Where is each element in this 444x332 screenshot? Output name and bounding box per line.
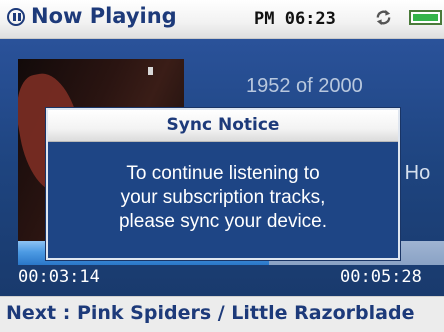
elapsed-time: 00:03:14 xyxy=(18,267,100,287)
sync-notice-dialog[interactable]: Sync Notice To continue listening to you… xyxy=(46,108,400,260)
battery-icon xyxy=(409,10,442,25)
next-track-label: Next : Pink Spiders / Little Razorblade xyxy=(6,302,415,324)
dialog-message-line: please sync your device. xyxy=(118,211,328,232)
dialog-header: Sync Notice xyxy=(48,110,398,142)
dialog-message-line: To continue listening to xyxy=(126,163,320,184)
dialog-title: Sync Notice xyxy=(166,115,280,135)
dialog-message: To continue listening to your subscripti… xyxy=(48,162,398,234)
total-time: 00:05:28 xyxy=(340,267,422,287)
track-counter: 1952 of 2000 xyxy=(246,75,363,97)
next-track-bar: Next : Pink Spiders / Little Razorblade xyxy=(0,296,444,332)
dialog-message-line: your subscription tracks, xyxy=(120,187,326,208)
page-title: Now Playing xyxy=(31,4,177,28)
clock: PM 06:23 xyxy=(254,9,336,29)
pause-icon[interactable] xyxy=(7,8,25,26)
status-bar: Now Playing PM 06:23 xyxy=(0,0,444,39)
sync-icon xyxy=(376,9,391,26)
